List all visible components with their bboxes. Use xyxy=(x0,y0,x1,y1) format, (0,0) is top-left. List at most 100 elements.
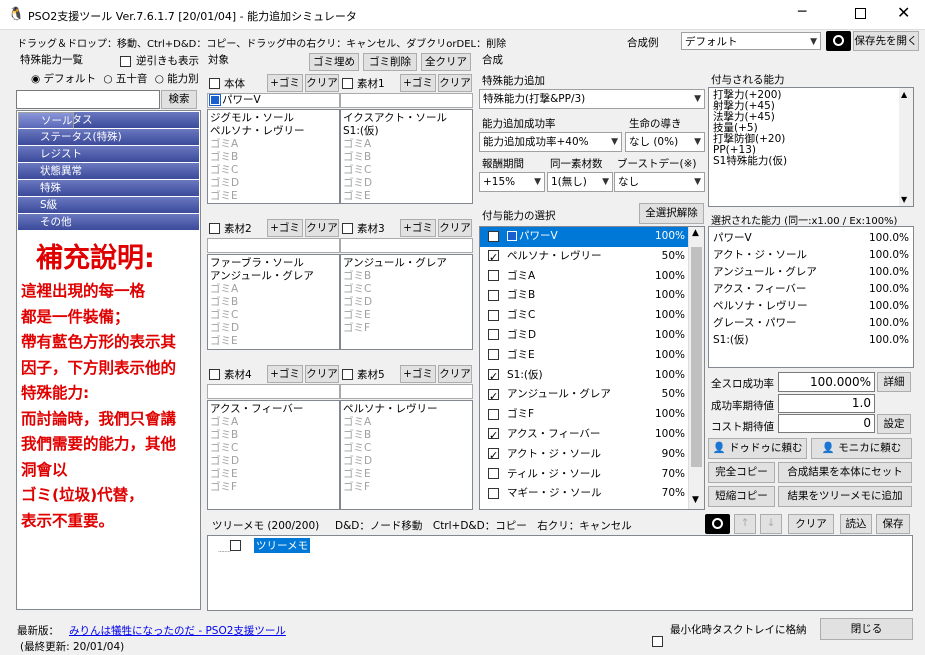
ability-checkbox[interactable] xyxy=(488,387,499,407)
up-arrow-icon[interactable]: ↑ xyxy=(734,514,756,534)
factor-box[interactable] xyxy=(340,384,473,399)
ability-item[interactable]: アンジュール・グレア xyxy=(343,257,470,270)
gomi-item[interactable]: ゴミA xyxy=(210,138,337,151)
minimize-icon[interactable]: ─ xyxy=(798,4,806,20)
ability-row[interactable]: S1:(仮)100% xyxy=(480,366,689,387)
add-gomi-button[interactable]: +ゴミ xyxy=(400,74,436,92)
add-gomi-button[interactable]: +ゴミ xyxy=(400,365,436,383)
gomi-item[interactable]: ゴミB xyxy=(210,429,337,442)
radio-default[interactable]: ◉ デフォルト xyxy=(31,73,96,85)
ability-row[interactable]: ゴミF 100% xyxy=(480,405,689,425)
ability-row[interactable]: ゴミD 100% xyxy=(480,326,689,346)
gomi-item[interactable]: ゴミC xyxy=(210,309,337,322)
gomi-item[interactable]: ゴミB xyxy=(343,151,470,164)
ability-checkbox[interactable] xyxy=(488,329,499,341)
gomi-item[interactable]: ゴミA xyxy=(210,416,337,429)
ability-row[interactable]: ゴミE 100% xyxy=(480,346,689,366)
close-button[interactable]: 閉じる xyxy=(820,618,913,640)
slot-abilities[interactable]: アクス・フィーバー ゴミA ゴミB ゴミC ゴミD ゴミE ゴミF xyxy=(207,400,340,510)
ability-checkbox[interactable] xyxy=(488,446,499,466)
factor-box[interactable] xyxy=(207,238,340,253)
slot-abilities[interactable]: イクスアクト・ソール S1:(仮) ゴミA ゴミB ゴミC ゴミD ゴミE xyxy=(340,109,473,204)
down-arrow-icon[interactable]: ↓ xyxy=(760,514,782,534)
gomi-item[interactable]: ゴミD xyxy=(210,177,337,190)
list-scrollbar[interactable]: ▲ ▼ xyxy=(688,227,704,509)
gomi-item[interactable]: ゴミD xyxy=(343,296,470,309)
gomi-item[interactable]: ゴミF xyxy=(210,481,337,494)
memo-node-checkbox[interactable] xyxy=(230,539,241,551)
set-result-button[interactable]: 合成結果を本体にセット xyxy=(778,462,912,483)
ability-row[interactable]: ティル・ジ・ソール 70% xyxy=(480,465,689,485)
ability-checkbox[interactable] xyxy=(488,349,499,361)
gomi-item[interactable]: ゴミC xyxy=(343,283,470,296)
factor-box[interactable] xyxy=(340,93,473,108)
gomi-item[interactable]: ゴミE xyxy=(343,468,470,481)
gomi-item[interactable]: ゴミB xyxy=(210,151,337,164)
ability-item[interactable]: ペルソナ・レヴリー xyxy=(210,125,337,138)
ability-row[interactable]: アンジュール・グレア50% xyxy=(480,385,689,407)
slot-checkbox[interactable] xyxy=(342,222,353,234)
ability-checkbox[interactable] xyxy=(488,468,499,480)
ability-row[interactable]: ゴミC 100% xyxy=(480,306,689,326)
gomi-item[interactable]: ゴミD xyxy=(343,455,470,468)
ability-row[interactable]: アクト・ジ・ソール90% xyxy=(480,445,689,466)
gomi-item[interactable]: ゴミE xyxy=(210,190,337,203)
gomi-item[interactable]: ゴミB xyxy=(210,296,337,309)
gomi-item[interactable]: ゴミC xyxy=(210,442,337,455)
memo-save-button[interactable]: 保存 xyxy=(876,514,910,534)
gomi-item[interactable]: ゴミE xyxy=(343,190,470,203)
slot-checkbox[interactable] xyxy=(209,368,220,380)
category-ailment[interactable]: 状態異常 xyxy=(18,163,199,180)
gomi-item[interactable]: ゴミD xyxy=(343,177,470,190)
search-input[interactable] xyxy=(16,90,160,109)
ability-checkbox[interactable] xyxy=(488,229,499,248)
category-other[interactable]: その他 xyxy=(18,214,199,231)
close-icon[interactable]: ✕ xyxy=(897,3,910,22)
factor-box[interactable] xyxy=(207,384,340,399)
open-save-folder-button[interactable]: 保存先を開く xyxy=(853,31,919,51)
category-s-class[interactable]: S級 xyxy=(18,197,199,214)
category-soul[interactable]: ソール xyxy=(18,112,74,129)
ability-checkbox[interactable] xyxy=(488,270,499,282)
slot-clear-button[interactable]: クリア xyxy=(438,74,472,92)
radio-gojuon[interactable]: ○ 五十音 xyxy=(103,73,147,85)
ability-checkbox[interactable] xyxy=(488,408,499,420)
factor-box[interactable]: パワーV xyxy=(207,93,340,108)
full-copy-button[interactable]: 完全コピー xyxy=(708,462,775,483)
add-gomi-button[interactable]: +ゴミ xyxy=(400,219,436,237)
gomi-item[interactable]: ゴミD xyxy=(210,455,337,468)
ability-item[interactable]: イクスアクト・ソール xyxy=(343,112,470,125)
rate-select[interactable]: 能力追加成功率+40% ▼ xyxy=(479,132,622,152)
slot-abilities[interactable]: ジグモル・ソール ペルソナ・レヴリー ゴミA ゴミB ゴミC ゴミD ゴミE xyxy=(207,109,340,204)
fill-gomi-button[interactable]: ゴミ埋め xyxy=(309,53,359,71)
ability-row[interactable]: アクス・フィーバー100% xyxy=(480,425,689,446)
slot-checkbox[interactable] xyxy=(342,77,353,89)
gomi-item[interactable]: ゴミE xyxy=(210,335,337,348)
ability-checkbox[interactable] xyxy=(488,248,499,268)
gomi-item[interactable]: ゴミA xyxy=(343,416,470,429)
tray-checkbox[interactable] xyxy=(652,635,663,647)
gomi-item[interactable]: ゴミE xyxy=(343,309,470,322)
delete-gomi-button[interactable]: ゴミ削除 xyxy=(363,53,417,71)
ability-item[interactable]: ファーブラ・ソール xyxy=(210,257,337,270)
ability-row[interactable]: パワーV100% xyxy=(480,227,689,248)
radio-ability[interactable]: ○ 能力別 xyxy=(155,73,199,85)
ability-row[interactable]: マギー・ジ・ソール 70% xyxy=(480,484,689,504)
gomi-item[interactable]: ゴミC xyxy=(343,442,470,455)
ability-checkbox[interactable] xyxy=(488,426,499,446)
slot-clear-button[interactable]: クリア xyxy=(305,74,339,92)
memo-clear-button[interactable]: クリア xyxy=(788,514,834,534)
latest-link[interactable]: みりんは犠牲になったのだ - PSO2支援ツール xyxy=(69,623,286,638)
slot-checkbox[interactable] xyxy=(209,77,220,89)
ability-checkbox[interactable] xyxy=(488,289,499,301)
camera-icon[interactable] xyxy=(826,31,851,51)
ability-row[interactable]: ペルソナ・レヴリー50% xyxy=(480,247,689,268)
gomi-item[interactable]: ゴミB xyxy=(343,429,470,442)
gomi-item[interactable]: ゴミC xyxy=(210,164,337,177)
ability-item[interactable]: ペルソナ・レヴリー xyxy=(343,403,470,416)
reverse-checkbox[interactable] xyxy=(120,55,131,67)
category-resist[interactable]: レジスト xyxy=(18,146,199,163)
add-gomi-button[interactable]: +ゴミ xyxy=(267,365,303,383)
detail-button[interactable]: 詳細 xyxy=(877,372,911,392)
memo-node[interactable]: ツリーメモ xyxy=(254,538,311,553)
